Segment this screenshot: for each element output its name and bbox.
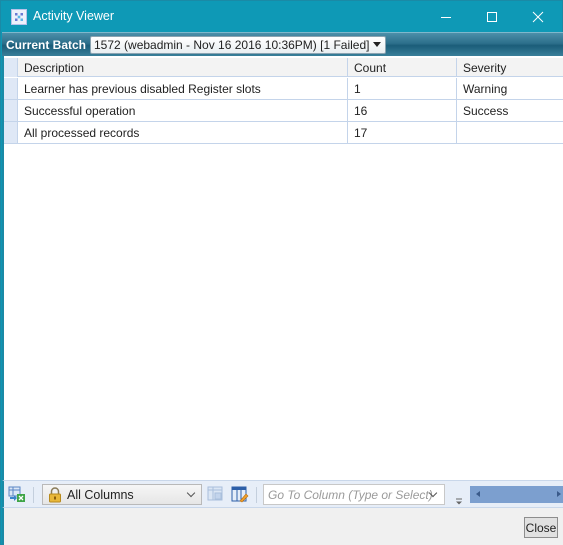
batch-select[interactable]: 1572 (webadmin - Nov 16 2016 10:36PM) [1… xyxy=(90,36,386,54)
row-indicator[interactable] xyxy=(4,78,18,100)
activity-grid: Description Count Severity Learner has p… xyxy=(2,56,563,480)
toolbar-separator xyxy=(33,487,34,503)
grid-header: Description Count Severity xyxy=(4,58,563,77)
grid-layout-icon[interactable] xyxy=(207,486,225,503)
overflow-grip-icon[interactable] xyxy=(455,495,463,505)
grid-toolbar: All Columns Go To Column (Type or Select… xyxy=(2,480,563,508)
column-filter-value: All Columns xyxy=(67,488,134,502)
cell-severity[interactable] xyxy=(457,122,563,144)
close-icon xyxy=(532,11,544,22)
cell-severity[interactable]: Success xyxy=(457,100,563,122)
maximize-button[interactable] xyxy=(469,1,515,32)
app-grid-icon xyxy=(11,9,27,25)
chevron-down-icon xyxy=(186,488,196,498)
goto-column-input[interactable]: Go To Column (Type or Select) xyxy=(263,484,445,505)
dropdown-arrow-icon xyxy=(373,42,381,47)
edit-columns-icon[interactable] xyxy=(231,486,249,503)
row-indicator-header xyxy=(4,58,18,77)
maximize-icon xyxy=(487,11,497,22)
current-batch-label: Current Batch xyxy=(6,38,87,52)
column-header-count[interactable]: Count xyxy=(348,58,457,77)
column-header-description[interactable]: Description xyxy=(18,58,348,77)
column-header-severity[interactable]: Severity xyxy=(457,58,563,77)
goto-column-placeholder: Go To Column (Type or Select) xyxy=(268,488,433,502)
cell-count[interactable]: 17 xyxy=(348,122,457,144)
toolbar-separator xyxy=(256,487,257,503)
dialog-footer: Close xyxy=(2,508,563,545)
cell-description[interactable]: Successful operation xyxy=(18,100,348,122)
minimize-icon xyxy=(441,16,451,18)
scroll-left-icon[interactable] xyxy=(476,491,480,497)
cell-count[interactable]: 1 xyxy=(348,78,457,100)
cell-description[interactable]: All processed records xyxy=(18,122,348,144)
batch-select-value: 1572 (webadmin - Nov 16 2016 10:36PM) [1… xyxy=(94,38,370,52)
close-window-button[interactable] xyxy=(515,1,561,32)
close-button[interactable]: Close xyxy=(524,517,558,538)
cell-severity[interactable]: Warning xyxy=(457,78,563,100)
activity-viewer-window: Activity Viewer Current Batch 1572 (weba… xyxy=(0,0,563,545)
scroll-right-icon[interactable] xyxy=(557,491,561,497)
row-indicator[interactable] xyxy=(4,122,18,144)
column-filter-select[interactable]: All Columns xyxy=(42,484,202,505)
title-bar[interactable]: Activity Viewer xyxy=(1,1,562,32)
window-title: Activity Viewer xyxy=(33,9,115,23)
export-excel-icon[interactable] xyxy=(8,486,26,503)
minimize-button[interactable] xyxy=(423,1,469,32)
batch-bar: Current Batch 1572 (webadmin - Nov 16 20… xyxy=(2,32,563,56)
horizontal-scrollbar[interactable] xyxy=(470,486,563,503)
cell-count[interactable]: 16 xyxy=(348,100,457,122)
row-indicator[interactable] xyxy=(4,100,18,122)
lock-icon xyxy=(48,487,62,506)
cell-description[interactable]: Learner has previous disabled Register s… xyxy=(18,78,348,100)
